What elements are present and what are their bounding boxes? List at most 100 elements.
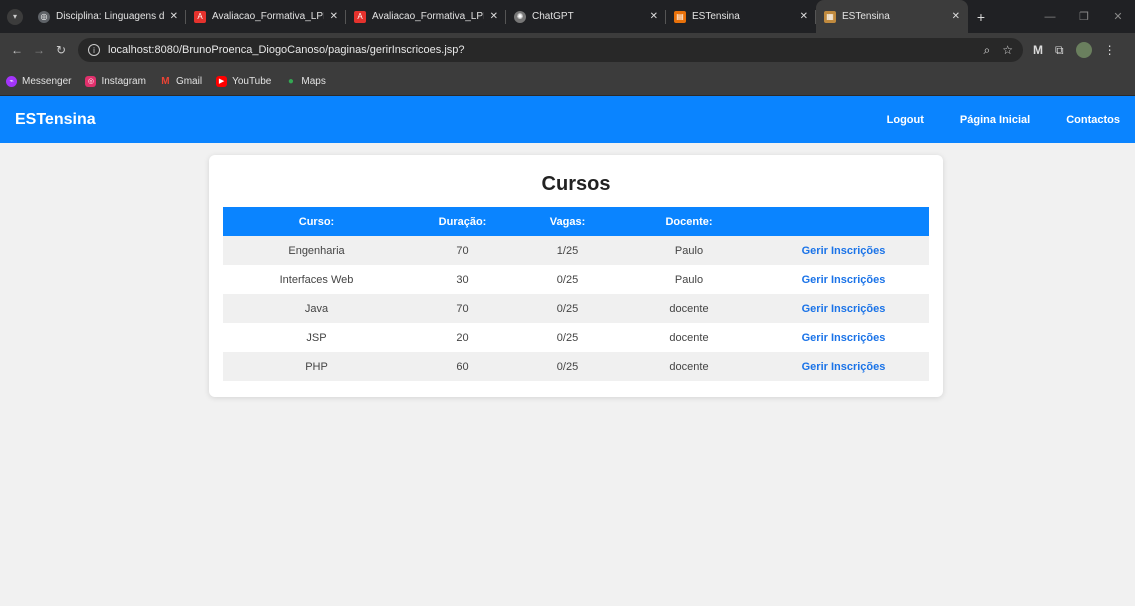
close-icon[interactable]: ✕	[650, 11, 658, 22]
address-bar[interactable]: i localhost:8080/BrunoProenca_DiogoCanos…	[78, 38, 1023, 62]
new-tab-button[interactable]: +	[968, 0, 994, 33]
table-row: PHP 60 0/25 docente Gerir Inscrições	[223, 352, 929, 381]
nav-home-link[interactable]: Página Inicial	[960, 114, 1030, 126]
cell-action: Gerir Inscrições	[758, 294, 929, 323]
cell-docente: Paulo	[674, 273, 704, 286]
bookmark-maps[interactable]: ● Maps	[285, 75, 326, 87]
nav-logout-link[interactable]: Logout	[887, 114, 924, 126]
cell-docente: docente	[669, 360, 709, 373]
bookmark-label: Instagram	[101, 75, 146, 87]
nav-contacts-link[interactable]: Contactos	[1066, 114, 1120, 126]
cell-curso: JSP	[306, 331, 327, 344]
site-info-icon[interactable]: i	[88, 44, 100, 56]
estensina-icon: ▦	[824, 10, 836, 23]
site-logo[interactable]: ESTensina	[15, 111, 96, 129]
tab-title: ChatGPT	[532, 11, 574, 22]
tab-search-button[interactable]: ▾	[0, 0, 30, 33]
bookmark-gmail[interactable]: M Gmail	[160, 76, 202, 87]
cell-action: Gerir Inscrições	[758, 265, 929, 294]
courses-card: Cursos Curso: Duração: Vagas: Docente: E…	[209, 155, 943, 397]
extensions-puzzle-icon[interactable]: ⧉	[1055, 43, 1064, 58]
window-controls: — ❐ ✕	[1033, 0, 1135, 33]
bookmark-star-icon[interactable]: ☆	[1002, 43, 1013, 57]
estensina-icon: ▤	[674, 10, 686, 23]
cell-docente: docente	[669, 331, 709, 344]
cell-action: Gerir Inscrições	[758, 323, 929, 352]
column-header-docente: Docente:	[665, 215, 713, 228]
browser-tab[interactable]: A Avaliacao_Formativa_LPI_I ✕	[346, 0, 506, 33]
close-icon[interactable]: ✕	[800, 11, 808, 22]
close-icon[interactable]: ✕	[330, 11, 338, 22]
manage-enrollments-link[interactable]: Gerir Inscrições	[802, 361, 886, 373]
zoom-icon[interactable]: ⌕	[984, 43, 991, 58]
extension-icons: M ⧉ ⋮	[1033, 42, 1116, 58]
courses-table: Curso: Duração: Vagas: Docente: Engenhar…	[223, 207, 929, 381]
close-icon[interactable]: ✕	[170, 11, 178, 22]
table-row: Engenharia 70 1/25 Paulo Gerir Inscriçõe…	[223, 236, 929, 265]
gmail-icon: M	[161, 75, 170, 87]
maps-icon: ●	[287, 75, 294, 87]
tab-title: ESTensina	[842, 11, 890, 22]
extension-m-icon[interactable]: M	[1033, 43, 1043, 57]
manage-enrollments-link[interactable]: Gerir Inscrições	[802, 274, 886, 286]
cell-duracao: 70	[456, 244, 469, 257]
youtube-icon: ▶	[216, 75, 228, 87]
maximize-icon[interactable]: ❐	[1067, 10, 1101, 23]
close-icon[interactable]: ✕	[952, 11, 960, 22]
browser-tab[interactable]: ✺ ChatGPT ✕	[506, 0, 666, 33]
cell-curso: Engenharia	[288, 244, 345, 257]
manage-enrollments-link[interactable]: Gerir Inscrições	[802, 245, 886, 257]
tab-title: ESTensina	[692, 11, 740, 22]
cell-vagas: 0/25	[556, 360, 579, 373]
cell-duracao: 60	[456, 360, 469, 373]
globe-icon: ◎	[38, 10, 50, 23]
tab-title: Avaliacao_Formativa_LPI_I	[372, 11, 484, 22]
forward-arrow-icon[interactable]: →	[28, 43, 50, 57]
bookmark-messenger[interactable]: ⌁ Messenger	[6, 75, 72, 87]
browser-tab-active[interactable]: ▦ ESTensina ✕	[816, 0, 968, 33]
cell-curso: PHP	[305, 360, 328, 373]
profile-avatar[interactable]	[1075, 42, 1092, 58]
reload-icon[interactable]: ↻	[50, 43, 72, 57]
cell-duracao: 20	[456, 331, 469, 344]
tab-title: Avaliacao_Formativa_LPI_I	[212, 11, 324, 22]
cell-action: Gerir Inscrições	[758, 236, 929, 265]
cell-docente: Paulo	[674, 244, 704, 257]
cell-vagas: 0/25	[556, 302, 579, 315]
instagram-icon: ◎	[85, 75, 97, 87]
messenger-icon: ⌁	[6, 75, 17, 87]
kebab-menu-icon[interactable]: ⋮	[1104, 43, 1116, 57]
cell-duracao: 70	[456, 302, 469, 315]
tab-title: Disciplina: Linguagens de	[56, 11, 164, 22]
bookmark-label: YouTube	[232, 75, 272, 87]
browser-tab[interactable]: ▤ ESTensina ✕	[666, 0, 816, 33]
table-row: JSP 20 0/25 docente Gerir Inscrições	[223, 323, 929, 352]
table-header-row: Curso: Duração: Vagas: Docente:	[223, 207, 929, 236]
back-arrow-icon[interactable]: ←	[6, 43, 28, 57]
chatgpt-icon: ✺	[514, 10, 526, 23]
page-title: Cursos	[541, 173, 611, 195]
close-icon[interactable]: ✕	[490, 11, 498, 22]
browser-tab[interactable]: ◎ Disciplina: Linguagens de ✕	[30, 0, 186, 33]
browser-toolbar: ← → ↻ i localhost:8080/BrunoProenca_Diog…	[0, 33, 1135, 67]
cell-vagas: 0/25	[556, 331, 579, 344]
cell-vagas: 0/25	[556, 273, 579, 286]
manage-enrollments-link[interactable]: Gerir Inscrições	[802, 303, 886, 315]
chevron-down-icon: ▾	[7, 8, 23, 25]
column-header-actions	[758, 207, 929, 236]
manage-enrollments-link[interactable]: Gerir Inscrições	[802, 332, 886, 344]
bookmark-label: Messenger	[22, 75, 72, 87]
pdf-icon: A	[354, 10, 366, 23]
minimize-icon[interactable]: —	[1033, 11, 1067, 23]
column-header-curso: Curso:	[298, 215, 335, 228]
close-window-icon[interactable]: ✕	[1101, 10, 1135, 23]
bookmark-label: Maps	[301, 75, 326, 87]
site-header: ESTensina Logout Página Inicial Contacto…	[0, 96, 1135, 143]
cell-docente: docente	[669, 302, 709, 315]
pdf-icon: A	[194, 10, 206, 23]
address-url[interactable]: localhost:8080/BrunoProenca_DiogoCanoso/…	[108, 44, 972, 56]
site-nav: Logout Página Inicial Contactos	[887, 114, 1120, 126]
browser-tab[interactable]: A Avaliacao_Formativa_LPI_I ✕	[186, 0, 346, 33]
bookmark-youtube[interactable]: ▶ YouTube	[216, 75, 272, 87]
bookmark-instagram[interactable]: ◎ Instagram	[85, 75, 146, 87]
